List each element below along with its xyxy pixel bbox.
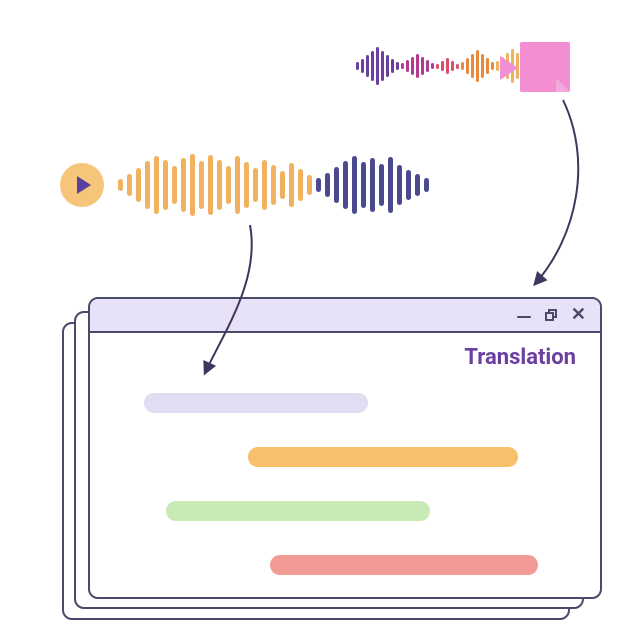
text-line-1 — [144, 393, 368, 413]
diagram-stage: ✕ Translation — [0, 0, 640, 640]
translation-window: ✕ Translation — [88, 297, 602, 599]
maximize-button[interactable] — [545, 309, 557, 321]
minimize-button[interactable] — [517, 313, 531, 318]
sticky-note-icon — [520, 42, 570, 92]
text-line-3 — [166, 501, 430, 521]
window-titlebar: ✕ — [90, 299, 600, 333]
window-label: Translation — [464, 345, 576, 370]
mini-play-icon — [500, 56, 518, 80]
close-button[interactable]: ✕ — [571, 306, 586, 324]
play-button[interactable] — [60, 163, 104, 207]
text-line-4 — [270, 555, 538, 575]
text-line-2 — [248, 447, 518, 467]
waveform-large — [118, 148, 429, 222]
window-body: Translation — [90, 333, 600, 369]
